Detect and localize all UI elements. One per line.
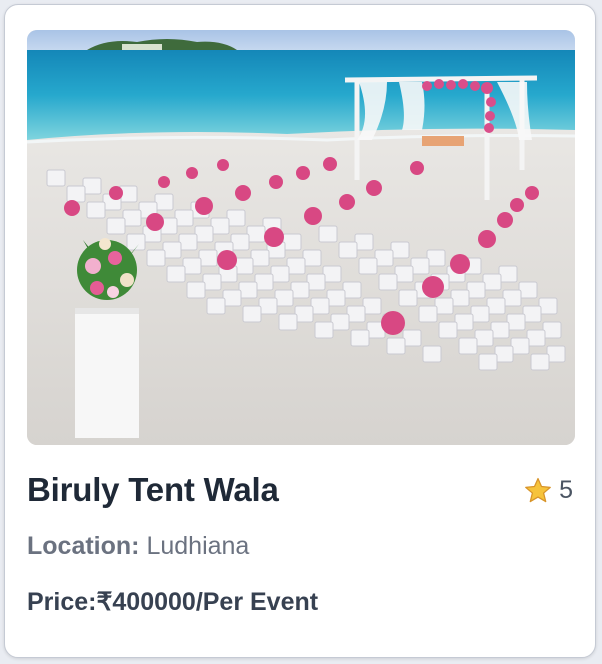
rating-value: 5 — [559, 475, 573, 504]
location-label: Location: — [27, 532, 140, 560]
star-icon — [524, 477, 552, 504]
rating: 5 — [524, 473, 573, 507]
vendor-card[interactable]: Biruly Tent Wala 5 Location: Ludhiana Pr… — [4, 4, 596, 658]
venue-photo[interactable] — [27, 30, 575, 445]
location-value: Ludhiana — [146, 532, 250, 560]
beach-wedding-image — [27, 30, 575, 445]
price-label: Price: — [27, 588, 97, 616]
price: Price:₹400000/Per Event — [27, 585, 318, 619]
vendor-title: Biruly Tent Wala — [27, 471, 279, 508]
price-value: ₹400000/Per Event — [96, 588, 319, 616]
location: Location: Ludhiana — [27, 529, 249, 563]
